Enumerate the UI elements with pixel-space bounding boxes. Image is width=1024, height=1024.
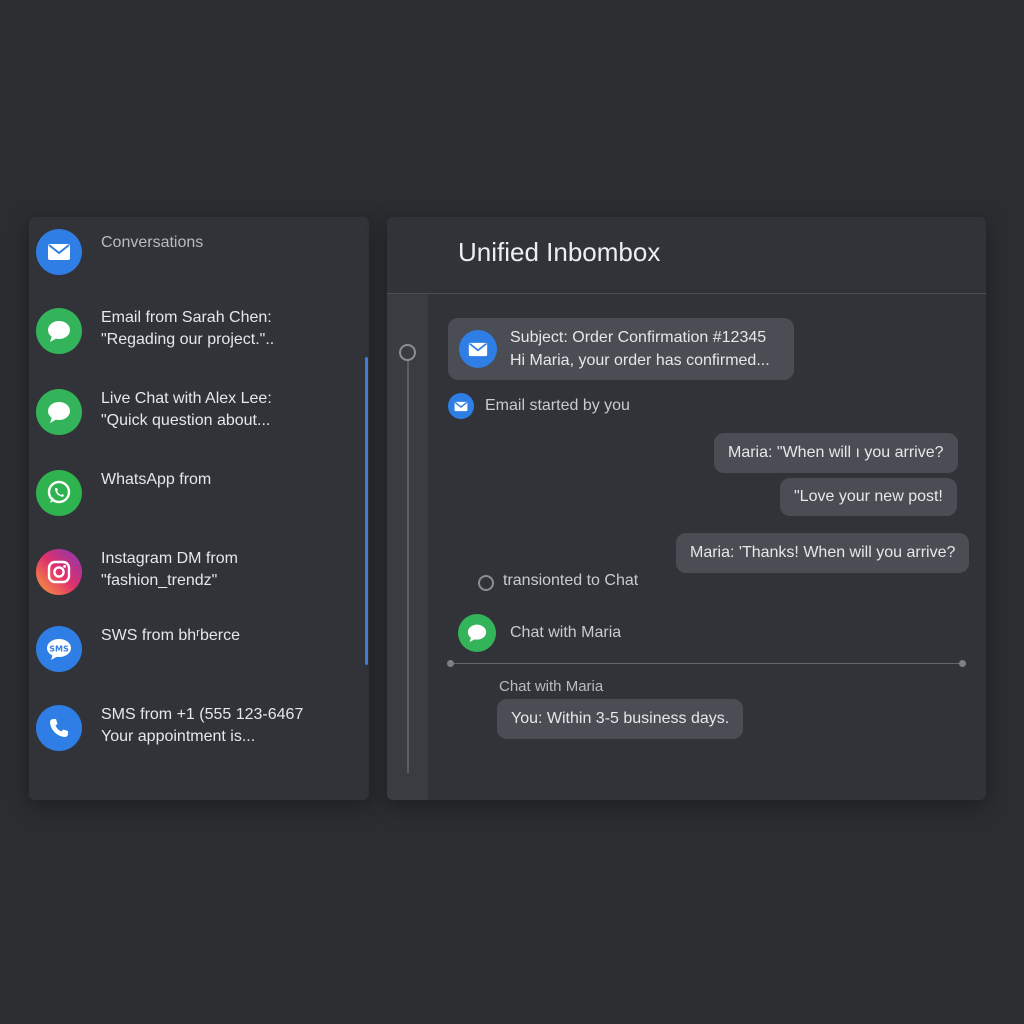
sidebar-scrollbar[interactable]: [365, 357, 368, 665]
email-started-label: Email started by you: [485, 397, 630, 414]
conversation-item-sarah[interactable]: Email from Sarah Chen: "Regading our pro…: [29, 302, 359, 362]
message-bubble[interactable]: "Love your new post!: [780, 478, 957, 516]
phone-icon: [36, 705, 82, 751]
svg-text:SMS: SMS: [49, 645, 69, 654]
email-preview: Hi Maria, your order has confirmed...: [510, 352, 770, 369]
sms-icon: SMS: [36, 626, 82, 672]
timeline-dot: [478, 575, 494, 591]
thread-panel: Unified Inbombox Subject: Order Confirma…: [387, 217, 986, 800]
mail-icon: [36, 229, 82, 275]
title-divider: [387, 293, 986, 294]
chat-icon: [458, 614, 496, 652]
conversation-title: SWS from bhʳberce: [101, 627, 240, 644]
sidebar-header: Conversations: [29, 223, 359, 283]
message-bubble[interactable]: Maria: "When will ı you arrive?: [714, 433, 958, 473]
message-bubble[interactable]: Maria: 'Thanks! When will you arrive?: [676, 533, 970, 573]
conversation-preview: "Regading our project."..: [101, 331, 275, 348]
conversation-title: Instagram DM from: [101, 550, 238, 567]
conversation-sidebar: Conversations Email from Sarah Chen: "Re…: [29, 217, 369, 800]
chat-icon: [36, 389, 82, 435]
conversation-title: Email from Sarah Chen:: [101, 309, 272, 326]
conversation-preview: Your appointment is...: [101, 728, 256, 745]
conversation-item-alex[interactable]: Live Chat with Alex Lee: "Quick question…: [29, 383, 359, 443]
conversation-title: SMS from +1 (555 123-6467: [101, 706, 304, 723]
reply-bubble[interactable]: You: Within 3-5 business days.: [497, 699, 744, 739]
timeline-node[interactable]: [399, 344, 416, 361]
mail-icon: [448, 393, 474, 419]
chat-section-label: Chat with Maria: [499, 678, 604, 695]
instagram-icon: [36, 549, 82, 595]
mail-icon: [459, 330, 497, 368]
conversation-item-whatsapp[interactable]: WhatsApp from: [29, 464, 359, 524]
page-title: Unified Inbombox: [458, 237, 661, 267]
divider-dot: [959, 660, 966, 667]
timeline-line: [407, 360, 409, 773]
conversation-item-sws[interactable]: SMS SWS from bhʳberce: [29, 620, 359, 680]
whatsapp-icon: [36, 470, 82, 516]
email-message-bubble[interactable]: Subject: Order Confirmation #12345 Hi Ma…: [448, 318, 794, 380]
sidebar-header-label: Conversations: [101, 234, 204, 251]
transition-label: transionted to Chat: [503, 572, 639, 589]
section-divider: [450, 663, 963, 664]
conversation-item-instagram[interactable]: Instagram DM from "fashion_trendz": [29, 543, 359, 603]
conversation-title: WhatsApp from: [101, 471, 212, 488]
chat-channel-label: Chat with Maria: [510, 624, 622, 641]
conversation-preview: "Quick question about...: [101, 412, 271, 429]
conversation-item-sms[interactable]: SMS from +1 (555 123-6467 Your appointme…: [29, 699, 359, 759]
email-subject: Subject: Order Confirmation #12345: [510, 329, 767, 346]
conversation-preview: "fashion_trendz": [101, 572, 218, 589]
conversation-title: Live Chat with Alex Lee:: [101, 390, 272, 407]
chat-icon: [36, 308, 82, 354]
divider-dot: [447, 660, 454, 667]
